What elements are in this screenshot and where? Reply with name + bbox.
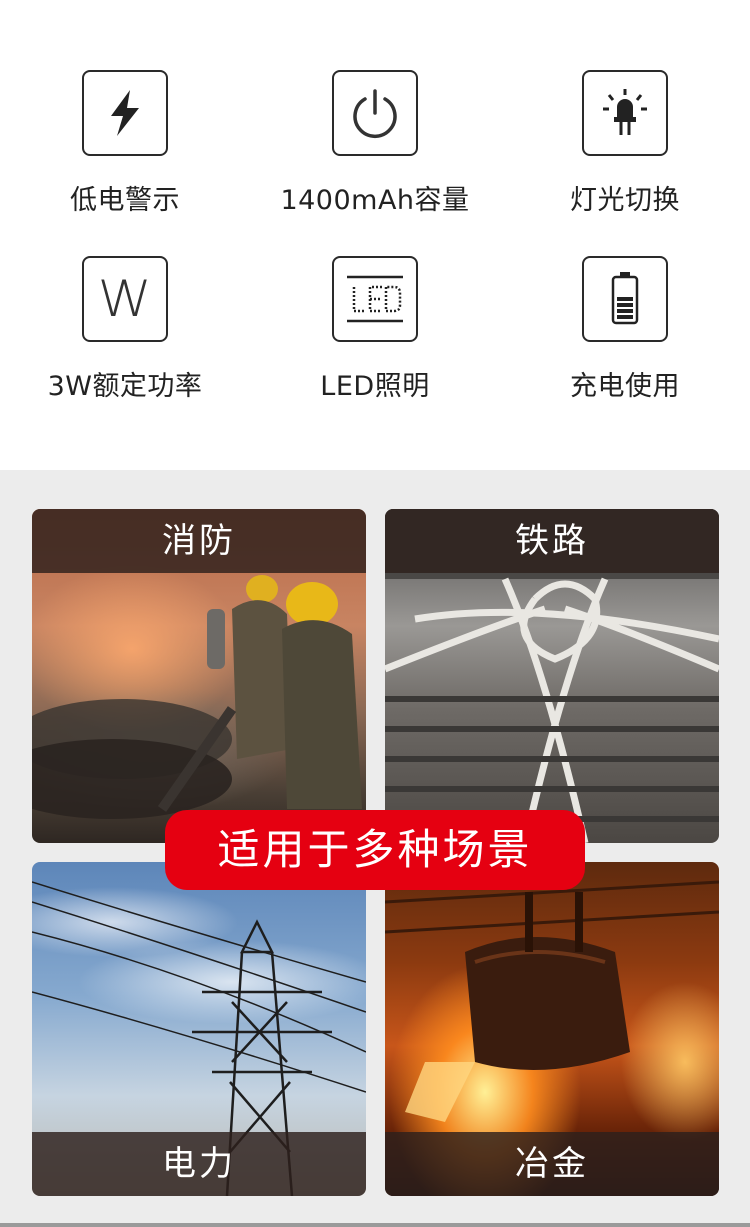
feature-label: 充电使用 [570,371,680,402]
feature-label: 3W额定功率 [47,371,203,402]
scene-metallurgy-image: 冶金 [385,862,719,1196]
scene-firefighting-image: 消防 [32,509,366,843]
scene-caption: 冶金 [385,1132,719,1196]
scene-railway-image: 铁路 [385,509,719,843]
battery-icon [582,256,668,342]
feature-grid: 低电警示 1400mAh容量 灯光切换 W 3W额定功率 LED照明 充电使用 [0,0,750,470]
scene-caption: 铁路 [385,509,719,573]
led-icon [332,256,418,342]
bottom-divider [0,1223,750,1227]
power-icon [332,70,418,156]
feature-label: 低电警示 [70,185,180,216]
scene-caption: 消防 [32,509,366,573]
scenarios-banner: 适用于多种场景 [165,810,585,890]
feature-label: 灯光切换 [570,185,680,216]
lightning-icon [82,70,168,156]
lamp-icon [582,70,668,156]
w-letter: W [97,270,153,328]
scene-power-image: 电力 [32,862,366,1196]
feature-label: 1400mAh容量 [280,185,470,216]
feature-label: LED照明 [320,371,430,402]
w-letter-icon: W [82,256,168,342]
scene-caption: 电力 [32,1132,366,1196]
